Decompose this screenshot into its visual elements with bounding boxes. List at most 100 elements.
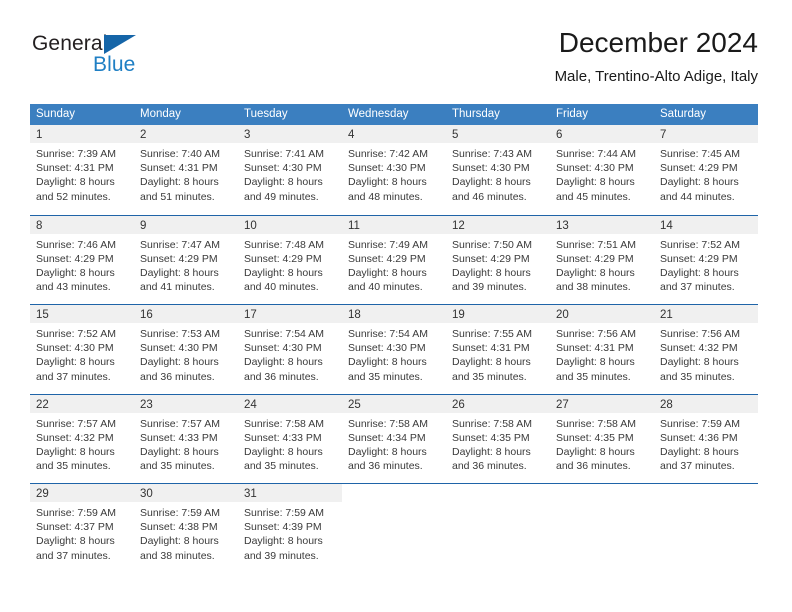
calendar-day-cell[interactable]: 23 Sunrise: 7:57 AM Sunset: 4:33 PM Dayligh…: [134, 394, 238, 484]
day-number: 24: [244, 398, 257, 411]
calendar-day-cell[interactable]: 18 Sunrise: 7:54 AM Sunset: 4:30 PM Dayligh…: [342, 305, 446, 394]
calendar-day-cell[interactable]: 17 Sunrise: 7:54 AM Sunset: 4:30 PM Dayligh…: [238, 305, 342, 394]
daylight-text-line1: Daylight: 8 hours: [244, 176, 323, 189]
sunset-text: Sunset: 4:29 PM: [660, 252, 738, 265]
day-number-band: 11: [342, 215, 446, 234]
calendar-day-cell[interactable]: 19 Sunrise: 7:55 AM Sunset: 4:31 PM Dayligh…: [446, 305, 550, 394]
calendar-day-cell-empty: [654, 484, 758, 573]
day-number: 23: [140, 398, 153, 411]
daylight-text-line1: Daylight: 8 hours: [348, 176, 427, 189]
sunset-text: Sunset: 4:31 PM: [140, 162, 218, 175]
calendar-day-cell[interactable]: 5 Sunrise: 7:43 AM Sunset: 4:30 PM Daylight…: [446, 125, 550, 215]
day-number-band: 1: [30, 125, 134, 143]
calendar-day-cell[interactable]: 14 Sunrise: 7:52 AM Sunset: 4:29 PM Dayligh…: [654, 215, 758, 305]
sunset-text: Sunset: 4:30 PM: [452, 162, 530, 175]
calendar-week-row: 8 Sunrise: 7:46 AM Sunset: 4:29 PM Daylight…: [30, 214, 758, 305]
day-number-band: [654, 484, 758, 502]
day-details: Sunrise: 7:51 AM Sunset: 4:29 PM Daylight:…: [550, 234, 654, 295]
day-of-week-header-monday: Monday: [140, 108, 181, 120]
calendar-day-cell[interactable]: 8 Sunrise: 7:46 AM Sunset: 4:29 PM Daylight…: [30, 215, 134, 305]
sunset-text: Sunset: 4:32 PM: [660, 342, 738, 355]
sunset-text: Sunset: 4:37 PM: [36, 521, 114, 534]
daylight-text-line2: and 51 minutes.: [140, 190, 215, 203]
sunset-text: Sunset: 4:31 PM: [452, 342, 530, 355]
calendar-day-cell[interactable]: 29 Sunrise: 7:59 AM Sunset: 4:37 PM Dayligh…: [30, 484, 134, 573]
day-of-week-header-thursday: Thursday: [452, 108, 500, 120]
day-number-band: 27: [550, 394, 654, 413]
calendar-day-cell[interactable]: 3 Sunrise: 7:41 AM Sunset: 4:30 PM Daylight…: [238, 125, 342, 215]
calendar-day-cell[interactable]: 25 Sunrise: 7:58 AM Sunset: 4:34 PM Dayligh…: [342, 394, 446, 484]
day-number-band: 16: [134, 305, 238, 323]
calendar-day-cell[interactable]: 26 Sunrise: 7:58 AM Sunset: 4:35 PM Dayligh…: [446, 394, 550, 484]
calendar-day-cell[interactable]: 28 Sunrise: 7:59 AM Sunset: 4:36 PM Dayligh…: [654, 394, 758, 484]
day-details: [654, 502, 758, 506]
calendar-day-cell[interactable]: 27 Sunrise: 7:58 AM Sunset: 4:35 PM Dayligh…: [550, 394, 654, 484]
calendar-day-cell[interactable]: 10 Sunrise: 7:48 AM Sunset: 4:29 PM Dayligh…: [238, 215, 342, 305]
daylight-text-line2: and 38 minutes.: [556, 281, 631, 294]
daylight-text-line2: and 37 minutes.: [660, 281, 735, 294]
sunset-text: Sunset: 4:30 PM: [244, 162, 322, 175]
daylight-text-line1: Daylight: 8 hours: [36, 445, 115, 458]
day-number-band: 21: [654, 305, 758, 323]
sunrise-text: Sunrise: 7:56 AM: [556, 328, 636, 340]
day-number-band: 30: [134, 484, 238, 502]
daylight-text-line2: and 35 minutes.: [452, 370, 527, 383]
title-block: December 2024 Male, Trentino-Alto Adige,…: [555, 26, 758, 87]
day-number-band: [342, 484, 446, 502]
calendar-day-cell[interactable]: 15 Sunrise: 7:52 AM Sunset: 4:30 PM Dayligh…: [30, 305, 134, 394]
calendar-week-row: 29 Sunrise: 7:59 AM Sunset: 4:37 PM Dayligh…: [30, 483, 758, 573]
logo-text-blue: Blue: [93, 53, 136, 76]
calendar-day-cell[interactable]: 6 Sunrise: 7:44 AM Sunset: 4:30 PM Daylight…: [550, 125, 654, 215]
calendar-day-cell[interactable]: 31 Sunrise: 7:59 AM Sunset: 4:39 PM Dayligh…: [238, 484, 342, 573]
day-details: Sunrise: 7:52 AM Sunset: 4:29 PM Daylight:…: [654, 234, 758, 295]
day-details: Sunrise: 7:54 AM Sunset: 4:30 PM Daylight:…: [238, 323, 342, 384]
daylight-text-line2: and 39 minutes.: [244, 549, 319, 562]
calendar-day-cell[interactable]: 9 Sunrise: 7:47 AM Sunset: 4:29 PM Daylight…: [134, 215, 238, 305]
daylight-text-line2: and 49 minutes.: [244, 190, 319, 203]
calendar-day-cell[interactable]: 21 Sunrise: 7:56 AM Sunset: 4:32 PM Dayligh…: [654, 305, 758, 394]
daylight-text-line1: Daylight: 8 hours: [140, 266, 219, 279]
calendar-day-cell[interactable]: 24 Sunrise: 7:58 AM Sunset: 4:33 PM Dayligh…: [238, 394, 342, 484]
day-number: 19: [452, 309, 465, 321]
calendar-day-cell[interactable]: 7 Sunrise: 7:45 AM Sunset: 4:29 PM Daylight…: [654, 125, 758, 215]
sunrise-text: Sunrise: 7:43 AM: [452, 148, 532, 160]
day-details: Sunrise: 7:56 AM Sunset: 4:31 PM Daylight:…: [550, 323, 654, 384]
calendar-day-cell[interactable]: 12 Sunrise: 7:50 AM Sunset: 4:29 PM Dayligh…: [446, 215, 550, 305]
sunset-text: Sunset: 4:36 PM: [660, 431, 738, 444]
day-details: Sunrise: 7:57 AM Sunset: 4:33 PM Daylight:…: [134, 413, 238, 474]
daylight-text-line1: Daylight: 8 hours: [556, 176, 635, 189]
calendar-week-row: 22 Sunrise: 7:57 AM Sunset: 4:32 PM Dayligh…: [30, 393, 758, 484]
daylight-text-line2: and 48 minutes.: [348, 190, 423, 203]
sunrise-text: Sunrise: 7:54 AM: [348, 328, 428, 340]
calendar-day-cell[interactable]: 11 Sunrise: 7:49 AM Sunset: 4:29 PM Dayligh…: [342, 215, 446, 305]
daylight-text-line2: and 39 minutes.: [452, 281, 527, 294]
day-number: 7: [660, 129, 667, 141]
sunset-text: Sunset: 4:35 PM: [556, 431, 634, 444]
sunrise-text: Sunrise: 7:53 AM: [140, 328, 220, 340]
sunset-text: Sunset: 4:29 PM: [660, 162, 738, 175]
daylight-text-line2: and 37 minutes.: [660, 460, 735, 473]
daylight-text-line1: Daylight: 8 hours: [452, 176, 531, 189]
calendar-day-cell[interactable]: 20 Sunrise: 7:56 AM Sunset: 4:31 PM Dayligh…: [550, 305, 654, 394]
calendar-day-cell[interactable]: 2 Sunrise: 7:40 AM Sunset: 4:31 PM Daylight…: [134, 125, 238, 215]
day-details: Sunrise: 7:57 AM Sunset: 4:32 PM Daylight:…: [30, 413, 134, 474]
sunrise-text: Sunrise: 7:59 AM: [660, 417, 740, 430]
day-number: 25: [348, 398, 361, 411]
daylight-text-line2: and 41 minutes.: [140, 281, 215, 294]
daylight-text-line1: Daylight: 8 hours: [140, 535, 219, 548]
sunset-text: Sunset: 4:33 PM: [140, 431, 218, 444]
day-number-band: 6: [550, 125, 654, 143]
calendar-day-cell[interactable]: 4 Sunrise: 7:42 AM Sunset: 4:30 PM Daylight…: [342, 125, 446, 215]
calendar-day-cell[interactable]: 30 Sunrise: 7:59 AM Sunset: 4:38 PM Dayligh…: [134, 484, 238, 573]
sunset-text: Sunset: 4:30 PM: [36, 342, 114, 355]
calendar-day-cell[interactable]: 1 Sunrise: 7:39 AM Sunset: 4:31 PM Daylight…: [30, 125, 134, 215]
calendar-day-cell[interactable]: 16 Sunrise: 7:53 AM Sunset: 4:30 PM Dayligh…: [134, 305, 238, 394]
calendar-day-cell[interactable]: 13 Sunrise: 7:51 AM Sunset: 4:29 PM Dayligh…: [550, 215, 654, 305]
sunrise-text: Sunrise: 7:59 AM: [244, 507, 324, 519]
calendar-day-cell[interactable]: 22 Sunrise: 7:57 AM Sunset: 4:32 PM Dayligh…: [30, 394, 134, 484]
day-details: Sunrise: 7:59 AM Sunset: 4:38 PM Daylight:…: [134, 502, 238, 563]
day-number-band: 29: [30, 484, 134, 502]
day-details: Sunrise: 7:59 AM Sunset: 4:39 PM Daylight:…: [238, 502, 342, 563]
day-number-band: 10: [238, 215, 342, 234]
daylight-text-line1: Daylight: 8 hours: [660, 176, 739, 189]
